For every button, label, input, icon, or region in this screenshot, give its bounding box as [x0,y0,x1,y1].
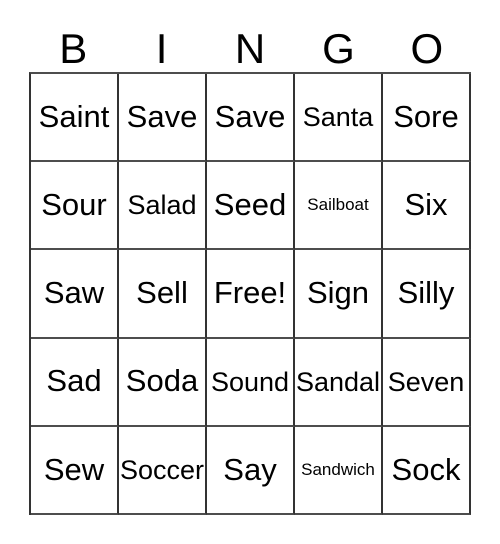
header-letter-g: G [322,25,355,72]
bingo-cell[interactable]: Saint [31,74,119,163]
bingo-cell-label: Saw [43,275,105,311]
bingo-cell-label: Six [404,187,448,223]
bingo-cell-label: Soccer [119,454,205,485]
bingo-cell-label: Say [223,451,277,487]
bingo-header-row: B I N G O [29,14,471,72]
bingo-cell-label: Free! [213,275,287,311]
bingo-row: Sad Soda Sound Sandal Seven [31,338,471,427]
bingo-cell[interactable]: Sound [207,338,295,427]
header-letter-b: B [59,25,88,72]
bingo-cell-label: Salad [127,190,197,221]
header-letter-i: I [155,25,168,72]
bingo-cell[interactable]: Save [207,74,295,163]
bingo-row: Saint Save Save Santa Sore [31,74,471,163]
bingo-cell-label: Sailboat [307,195,369,215]
bingo-cell-label: Silly [397,275,455,311]
bingo-cell[interactable]: Sandwich [295,426,383,516]
bingo-cell[interactable]: Seed [207,162,295,251]
bingo-cell[interactable]: Sock [383,426,471,516]
bingo-cell-label: Sound [210,366,290,397]
bingo-cell-label: Save [126,98,198,134]
bingo-cell-label: Seven [387,366,465,397]
bingo-cell[interactable]: Sandal [295,338,383,427]
bingo-cell[interactable]: Sign [295,250,383,339]
bingo-cell-label: Saint [38,98,110,134]
bingo-cell-label: Sign [306,275,370,311]
bingo-card: B I N G O Saint Save Save Santa Sore Sou… [0,0,500,544]
bingo-cell[interactable]: Say [207,426,295,516]
bingo-cell[interactable]: Silly [383,250,471,339]
bingo-cell[interactable]: Sad [31,338,119,427]
bingo-cell[interactable]: Saw [31,250,119,339]
bingo-cell[interactable]: Sailboat [295,162,383,251]
header-letter-o: O [410,25,444,72]
bingo-cell[interactable]: Sew [31,426,119,516]
bingo-cell[interactable]: Save [119,74,207,163]
bingo-cell-label: Sandwich [301,459,375,479]
bingo-cell-label: Sad [46,363,102,399]
bingo-cell[interactable]: Sell [119,250,207,339]
bingo-cell[interactable]: Soccer [119,426,207,516]
bingo-cell-free-space[interactable]: Free! [207,250,295,339]
bingo-cell[interactable]: Six [383,162,471,251]
bingo-cell-label: Sore [393,98,459,134]
bingo-cell[interactable]: Soda [119,338,207,427]
bingo-cell-label: Seed [213,187,287,223]
bingo-cell-label: Sell [136,275,188,311]
bingo-cell-label: Save [214,98,286,134]
bingo-cell[interactable]: Sour [31,162,119,251]
bingo-cell-label: Sandal [295,366,381,397]
bingo-cell-label: Santa [302,101,374,132]
bingo-cell-label: Sock [391,451,461,487]
bingo-row: Sour Salad Seed Sailboat Six [31,162,471,251]
bingo-cell[interactable]: Seven [383,338,471,427]
header-letter-n: N [234,25,266,72]
bingo-cell-label: Sour [41,187,107,223]
bingo-cell-label: Sew [43,451,105,487]
bingo-cell-label: Soda [125,363,199,399]
bingo-cell[interactable]: Sore [383,74,471,163]
bingo-row: Saw Sell Free! Sign Silly [31,250,471,339]
bingo-cell[interactable]: Santa [295,74,383,163]
bingo-cell[interactable]: Salad [119,162,207,251]
bingo-grid: Saint Save Save Santa Sore Sour Salad Se… [29,72,471,516]
bingo-row: Sew Soccer Say Sandwich Sock [31,426,471,516]
